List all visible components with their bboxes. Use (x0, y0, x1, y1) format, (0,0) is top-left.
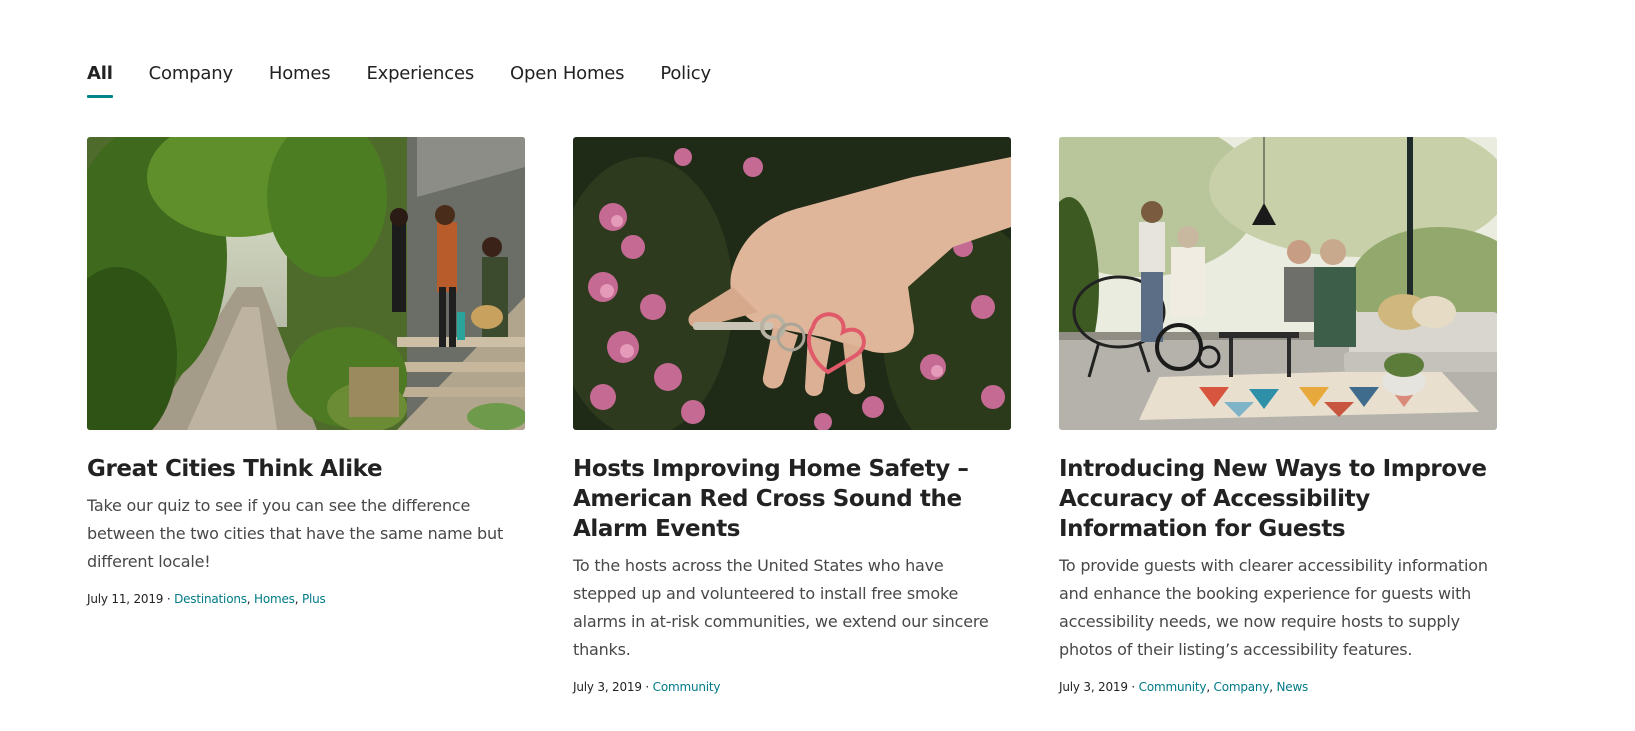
tag-link-plus[interactable]: Plus (302, 592, 326, 606)
tab-company[interactable]: Company (149, 59, 233, 99)
patio-accessibility-photo[interactable] (1059, 137, 1497, 430)
article-card: Introducing New Ways to Improve Accuracy… (1059, 137, 1497, 696)
tag-link-destinations[interactable]: Destinations (174, 592, 247, 606)
article-description: Take our quiz to see if you can see the … (87, 496, 504, 571)
tab-open-homes[interactable]: Open Homes (510, 59, 625, 99)
article-title[interactable]: Hosts Improving Home Safety – American R… (573, 454, 1011, 544)
tab-experiences[interactable]: Experiences (366, 59, 474, 99)
article-meta: July 3, 2019 · Community (573, 678, 1011, 696)
article-card: Great Cities Think Alike Take our quiz t… (87, 137, 525, 696)
article-date: July 3, 2019 · (573, 680, 653, 694)
garden-stairway-photo[interactable] (87, 137, 525, 430)
article-card-list: Great Cities Think Alike Take our quiz t… (87, 137, 1497, 696)
article-date: July 11, 2019 · (87, 592, 175, 606)
category-tabs: All Company Homes Experiences Open Homes… (87, 59, 747, 99)
article-card: Hosts Improving Home Safety – American R… (573, 137, 1011, 696)
tag-link-news[interactable]: News (1276, 680, 1308, 694)
article-title[interactable]: Introducing New Ways to Improve Accuracy… (1059, 454, 1497, 544)
tag-link-community[interactable]: Community (1139, 680, 1207, 694)
article-description: To provide guests with clearer accessibi… (1059, 556, 1488, 659)
article-meta: July 11, 2019 · Destinations, Homes, Plu… (87, 592, 326, 606)
article-description: To the hosts across the United States wh… (573, 556, 989, 659)
tab-policy[interactable]: Policy (660, 59, 711, 99)
article-date: July 3, 2019 · (1059, 680, 1139, 694)
tag-link-community[interactable]: Community (653, 680, 721, 694)
tag-link-company[interactable]: Company (1214, 680, 1270, 694)
tab-all[interactable]: All (87, 59, 113, 99)
article-title[interactable]: Great Cities Think Alike (87, 454, 525, 484)
hand-holding-keys-photo[interactable] (573, 137, 1011, 430)
tag-link-homes[interactable]: Homes (254, 592, 295, 606)
article-meta: July 3, 2019 · Community, Company, News (1059, 680, 1309, 694)
tab-homes[interactable]: Homes (269, 59, 331, 99)
